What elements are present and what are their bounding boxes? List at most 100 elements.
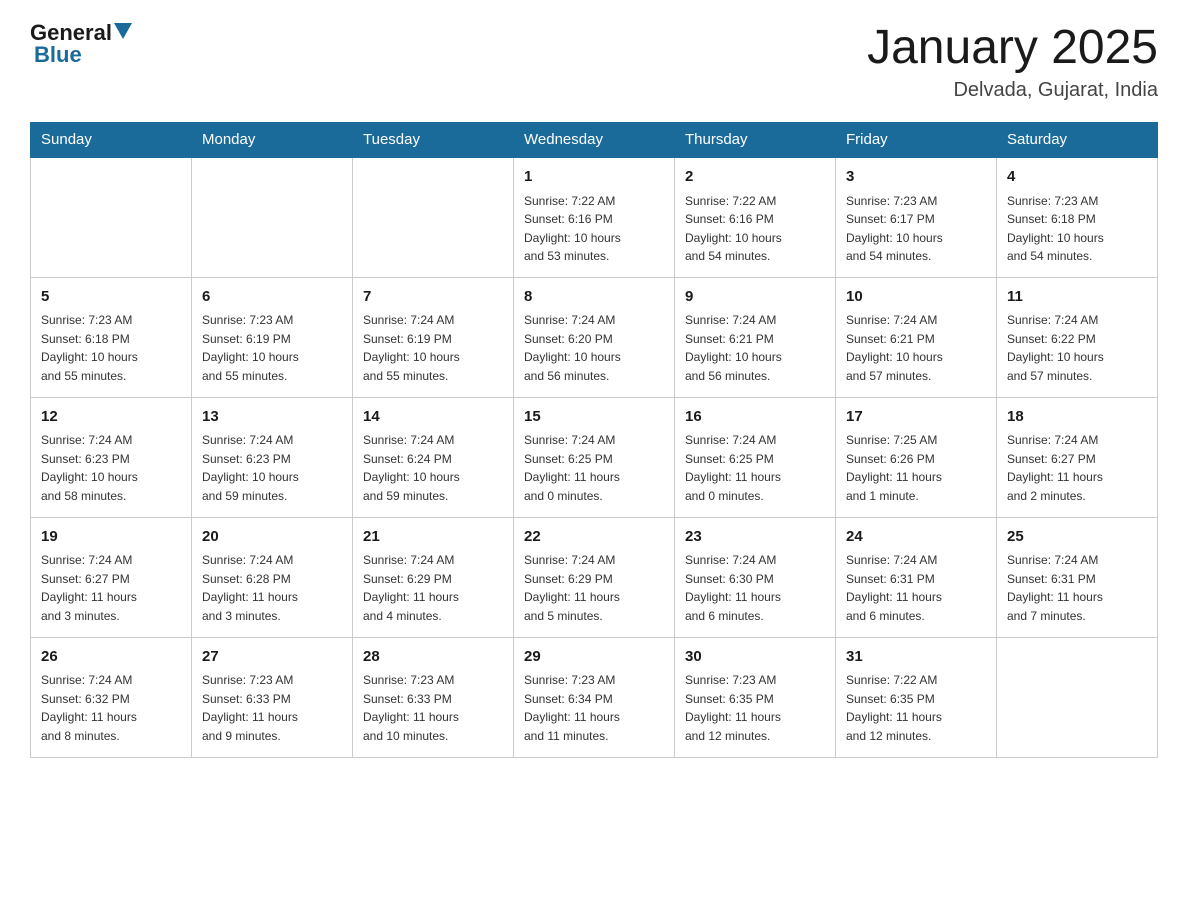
calendar-cell: 17Sunrise: 7:25 AM Sunset: 6:26 PM Dayli…	[836, 397, 997, 517]
day-number: 30	[685, 646, 825, 669]
day-number: 24	[846, 526, 986, 549]
day-info: Sunrise: 7:22 AM Sunset: 6:35 PM Dayligh…	[846, 671, 986, 745]
day-number: 1	[524, 166, 664, 189]
day-number: 9	[685, 286, 825, 309]
day-info: Sunrise: 7:24 AM Sunset: 6:21 PM Dayligh…	[685, 311, 825, 385]
day-number: 13	[202, 406, 342, 429]
day-number: 15	[524, 406, 664, 429]
day-info: Sunrise: 7:24 AM Sunset: 6:20 PM Dayligh…	[524, 311, 664, 385]
day-number: 25	[1007, 526, 1147, 549]
calendar-week-row: 12Sunrise: 7:24 AM Sunset: 6:23 PM Dayli…	[31, 397, 1158, 517]
day-number: 10	[846, 286, 986, 309]
day-info: Sunrise: 7:24 AM Sunset: 6:29 PM Dayligh…	[524, 551, 664, 625]
title-block: January 2025 Delvada, Gujarat, India	[867, 20, 1158, 102]
calendar-cell: 4 Sunrise: 7:23 AM Sunset: 6:18 PM Daylig…	[997, 157, 1158, 277]
calendar-header: SundayMondayTuesdayWednesdayThursdayFrid…	[31, 123, 1158, 158]
calendar-cell: 29Sunrise: 7:23 AM Sunset: 6:34 PM Dayli…	[514, 637, 675, 757]
day-number: 31	[846, 646, 986, 669]
day-number: 20	[202, 526, 342, 549]
calendar-cell	[997, 637, 1158, 757]
weekday-header-tuesday: Tuesday	[353, 123, 514, 158]
calendar-cell: 6Sunrise: 7:23 AM Sunset: 6:19 PM Daylig…	[192, 277, 353, 397]
calendar-cell: 14Sunrise: 7:24 AM Sunset: 6:24 PM Dayli…	[353, 397, 514, 517]
day-info: Sunrise: 7:24 AM Sunset: 6:25 PM Dayligh…	[685, 431, 825, 505]
calendar-cell: 9Sunrise: 7:24 AM Sunset: 6:21 PM Daylig…	[675, 277, 836, 397]
calendar-cell: 3 Sunrise: 7:23 AM Sunset: 6:17 PM Daylig…	[836, 157, 997, 277]
day-number: 3	[846, 166, 986, 189]
weekday-header-monday: Monday	[192, 123, 353, 158]
day-info: Sunrise: 7:24 AM Sunset: 6:21 PM Dayligh…	[846, 311, 986, 385]
calendar-table: SundayMondayTuesdayWednesdayThursdayFrid…	[30, 122, 1158, 758]
day-info: Sunrise: 7:24 AM Sunset: 6:25 PM Dayligh…	[524, 431, 664, 505]
day-info: Sunrise: 7:24 AM Sunset: 6:24 PM Dayligh…	[363, 431, 503, 505]
calendar-cell: 25Sunrise: 7:24 AM Sunset: 6:31 PM Dayli…	[997, 517, 1158, 637]
weekday-header-wednesday: Wednesday	[514, 123, 675, 158]
day-info: Sunrise: 7:24 AM Sunset: 6:23 PM Dayligh…	[41, 431, 181, 505]
day-number: 29	[524, 646, 664, 669]
day-info: Sunrise: 7:24 AM Sunset: 6:31 PM Dayligh…	[846, 551, 986, 625]
day-info: Sunrise: 7:24 AM Sunset: 6:22 PM Dayligh…	[1007, 311, 1147, 385]
calendar-week-row: 5Sunrise: 7:23 AM Sunset: 6:18 PM Daylig…	[31, 277, 1158, 397]
calendar-cell: 10Sunrise: 7:24 AM Sunset: 6:21 PM Dayli…	[836, 277, 997, 397]
day-number: 2	[685, 166, 825, 189]
calendar-cell: 5Sunrise: 7:23 AM Sunset: 6:18 PM Daylig…	[31, 277, 192, 397]
logo: General Blue	[30, 20, 133, 68]
page-header: General Blue January 2025 Delvada, Gujar…	[30, 20, 1158, 102]
day-info: Sunrise: 7:24 AM Sunset: 6:19 PM Dayligh…	[363, 311, 503, 385]
day-info: Sunrise: 7:23 AM Sunset: 6:17 PM Dayligh…	[846, 192, 986, 266]
day-number: 27	[202, 646, 342, 669]
calendar-cell: 21Sunrise: 7:24 AM Sunset: 6:29 PM Dayli…	[353, 517, 514, 637]
day-number: 14	[363, 406, 503, 429]
calendar-cell: 28Sunrise: 7:23 AM Sunset: 6:33 PM Dayli…	[353, 637, 514, 757]
calendar-cell: 16Sunrise: 7:24 AM Sunset: 6:25 PM Dayli…	[675, 397, 836, 517]
logo-blue-text: Blue	[34, 42, 82, 67]
weekday-header-saturday: Saturday	[997, 123, 1158, 158]
calendar-cell: 7Sunrise: 7:24 AM Sunset: 6:19 PM Daylig…	[353, 277, 514, 397]
day-info: Sunrise: 7:24 AM Sunset: 6:27 PM Dayligh…	[1007, 431, 1147, 505]
day-number: 7	[363, 286, 503, 309]
day-info: Sunrise: 7:23 AM Sunset: 6:19 PM Dayligh…	[202, 311, 342, 385]
calendar-cell: 31Sunrise: 7:22 AM Sunset: 6:35 PM Dayli…	[836, 637, 997, 757]
day-info: Sunrise: 7:23 AM Sunset: 6:33 PM Dayligh…	[202, 671, 342, 745]
weekday-header-thursday: Thursday	[675, 123, 836, 158]
day-number: 8	[524, 286, 664, 309]
calendar-cell: 23Sunrise: 7:24 AM Sunset: 6:30 PM Dayli…	[675, 517, 836, 637]
calendar-cell: 18Sunrise: 7:24 AM Sunset: 6:27 PM Dayli…	[997, 397, 1158, 517]
day-info: Sunrise: 7:24 AM Sunset: 6:32 PM Dayligh…	[41, 671, 181, 745]
calendar-cell: 8Sunrise: 7:24 AM Sunset: 6:20 PM Daylig…	[514, 277, 675, 397]
day-info: Sunrise: 7:24 AM Sunset: 6:29 PM Dayligh…	[363, 551, 503, 625]
logo-triangle-icon	[114, 23, 132, 39]
calendar-week-row: 1 Sunrise: 7:22 AM Sunset: 6:16 PM Daylig…	[31, 157, 1158, 277]
day-number: 21	[363, 526, 503, 549]
day-info: Sunrise: 7:24 AM Sunset: 6:30 PM Dayligh…	[685, 551, 825, 625]
day-number: 5	[41, 286, 181, 309]
day-info: Sunrise: 7:22 AM Sunset: 6:16 PM Dayligh…	[524, 192, 664, 266]
calendar-cell	[192, 157, 353, 277]
calendar-body: 1 Sunrise: 7:22 AM Sunset: 6:16 PM Daylig…	[31, 157, 1158, 757]
day-info: Sunrise: 7:24 AM Sunset: 6:23 PM Dayligh…	[202, 431, 342, 505]
day-number: 4	[1007, 166, 1147, 189]
calendar-title: January 2025	[867, 20, 1158, 75]
calendar-cell	[31, 157, 192, 277]
calendar-cell: 2Sunrise: 7:22 AM Sunset: 6:16 PM Daylig…	[675, 157, 836, 277]
day-number: 26	[41, 646, 181, 669]
calendar-cell: 27Sunrise: 7:23 AM Sunset: 6:33 PM Dayli…	[192, 637, 353, 757]
calendar-cell: 26Sunrise: 7:24 AM Sunset: 6:32 PM Dayli…	[31, 637, 192, 757]
weekday-header-row: SundayMondayTuesdayWednesdayThursdayFrid…	[31, 123, 1158, 158]
day-info: Sunrise: 7:23 AM Sunset: 6:35 PM Dayligh…	[685, 671, 825, 745]
calendar-cell: 20Sunrise: 7:24 AM Sunset: 6:28 PM Dayli…	[192, 517, 353, 637]
day-info: Sunrise: 7:25 AM Sunset: 6:26 PM Dayligh…	[846, 431, 986, 505]
calendar-cell: 22Sunrise: 7:24 AM Sunset: 6:29 PM Dayli…	[514, 517, 675, 637]
day-number: 16	[685, 406, 825, 429]
day-number: 17	[846, 406, 986, 429]
day-number: 19	[41, 526, 181, 549]
weekday-header-friday: Friday	[836, 123, 997, 158]
calendar-cell: 15Sunrise: 7:24 AM Sunset: 6:25 PM Dayli…	[514, 397, 675, 517]
calendar-week-row: 19Sunrise: 7:24 AM Sunset: 6:27 PM Dayli…	[31, 517, 1158, 637]
weekday-header-sunday: Sunday	[31, 123, 192, 158]
day-info: Sunrise: 7:24 AM Sunset: 6:31 PM Dayligh…	[1007, 551, 1147, 625]
calendar-cell: 11Sunrise: 7:24 AM Sunset: 6:22 PM Dayli…	[997, 277, 1158, 397]
day-number: 23	[685, 526, 825, 549]
calendar-subtitle: Delvada, Gujarat, India	[867, 79, 1158, 102]
day-info: Sunrise: 7:23 AM Sunset: 6:18 PM Dayligh…	[1007, 192, 1147, 266]
